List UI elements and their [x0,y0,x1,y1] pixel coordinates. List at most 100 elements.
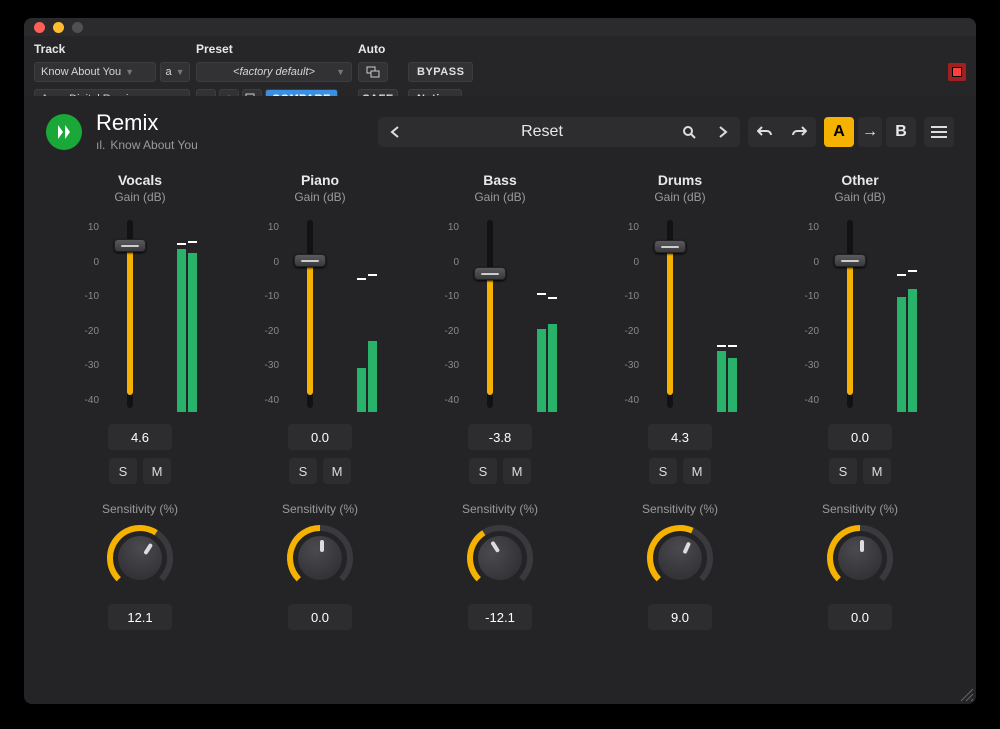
resize-handle-icon[interactable] [960,688,974,702]
meter-right [188,253,197,412]
gain-slider[interactable]: 100-10-20-30-40 [425,214,575,414]
solo-button[interactable]: S [649,458,677,484]
scale-ticks: 100-10-20-30-40 [425,222,459,406]
preset-next-button[interactable] [706,117,740,147]
sensitivity-label: Sensitivity (%) [462,502,538,516]
slider-handle[interactable] [474,267,506,280]
gain-slider[interactable]: 100-10-20-30-40 [785,214,935,414]
ab-arrow-button[interactable]: → [858,117,882,147]
solo-button[interactable]: S [109,458,137,484]
channel-name: Other [841,172,878,188]
level-meter [897,220,917,412]
titlebar[interactable] [24,18,976,36]
gain-slider[interactable]: 100-10-20-30-40 [245,214,395,414]
solo-mute: S M [649,458,711,484]
level-meter [717,220,737,412]
solo-button[interactable]: S [829,458,857,484]
slider-handle[interactable] [294,254,326,267]
sensitivity-value[interactable]: 12.1 [108,604,172,630]
bypass-button[interactable]: BYPASS [408,62,473,82]
gain-value[interactable]: -3.8 [468,424,532,450]
sensitivity-label: Sensitivity (%) [282,502,358,516]
sensitivity-label: Sensitivity (%) [102,502,178,516]
close-icon[interactable] [34,22,45,33]
channel-name: Bass [483,172,516,188]
title-block: Remix ıl. Know About You [96,112,198,152]
gain-slider[interactable]: 100-10-20-30-40 [605,214,755,414]
maximize-icon [72,22,83,33]
minimize-icon[interactable] [53,22,64,33]
slot-select[interactable]: a▼ [160,62,190,82]
link-icon[interactable] [358,62,388,82]
solo-button[interactable]: S [289,458,317,484]
preset-prev-button[interactable] [378,117,412,147]
gain-value[interactable]: 0.0 [828,424,892,450]
sensitivity-knob[interactable] [824,522,896,594]
undo-button[interactable] [748,117,782,147]
preset-nav: Reset [378,117,740,147]
slider-handle[interactable] [114,239,146,252]
ab-compare: A → B [824,117,916,147]
solo-mute: S M [289,458,351,484]
play-icon[interactable] [46,114,82,150]
mute-button[interactable]: M [503,458,531,484]
meter-right [548,324,557,412]
preset-select[interactable]: <factory default>▼ [196,62,352,82]
slider-handle[interactable] [654,240,686,253]
slider-fill [847,260,853,394]
plugin-header: Remix ıl. Know About You Reset [24,96,976,166]
channel-piano: Piano Gain (dB) 100-10-20-30-40 0.0 S M … [235,172,405,684]
sensitivity-knob[interactable] [464,522,536,594]
slider-handle[interactable] [834,254,866,267]
meter-left [897,297,906,412]
record-icon[interactable] [948,63,966,81]
mute-button[interactable]: M [863,458,891,484]
bars-icon: ıl. [96,138,105,152]
sensitivity-value[interactable]: -12.1 [468,604,532,630]
ab-b-button[interactable]: B [886,117,916,147]
slider-fill [127,245,133,395]
sensitivity-value[interactable]: 9.0 [648,604,712,630]
header-nav: Reset A → B [378,117,954,147]
gain-label: Gain (dB) [114,190,165,204]
meter-right [908,289,917,412]
preset-search-button[interactable] [672,117,706,147]
ab-a-button[interactable]: A [824,117,854,147]
gain-value[interactable]: 4.6 [108,424,172,450]
redo-button[interactable] [782,117,816,147]
track-select[interactable]: Know About You▼ [34,62,156,82]
preset-display[interactable]: Reset [412,117,672,147]
menu-button[interactable] [924,117,954,147]
plugin-body: Remix ıl. Know About You Reset [24,96,976,704]
sensitivity-label: Sensitivity (%) [642,502,718,516]
gain-slider[interactable]: 100-10-20-30-40 [65,214,215,414]
meter-left [537,329,546,412]
mute-button[interactable]: M [683,458,711,484]
sensitivity-value[interactable]: 0.0 [828,604,892,630]
track-label: Track [34,42,190,56]
plugin-subtitle: ıl. Know About You [96,138,198,152]
meter-left [717,351,726,412]
meter-right [368,341,377,412]
scale-ticks: 100-10-20-30-40 [785,222,819,406]
solo-button[interactable]: S [469,458,497,484]
slider-fill [487,273,493,395]
channel-vocals: Vocals Gain (dB) 100-10-20-30-40 4.6 S M… [55,172,225,684]
meter-left [177,249,186,412]
scale-ticks: 100-10-20-30-40 [65,222,99,406]
mute-button[interactable]: M [143,458,171,484]
mute-button[interactable]: M [323,458,351,484]
sensitivity-value[interactable]: 0.0 [288,604,352,630]
slider-fill [307,260,313,394]
gain-label: Gain (dB) [654,190,705,204]
sensitivity-knob[interactable] [284,522,356,594]
sensitivity-knob[interactable] [644,522,716,594]
chevron-down-icon: ▼ [336,67,345,77]
chevron-down-icon: ▼ [125,67,134,77]
gain-value[interactable]: 4.3 [648,424,712,450]
sensitivity-knob[interactable] [104,522,176,594]
channel-drums: Drums Gain (dB) 100-10-20-30-40 4.3 S M … [595,172,765,684]
scale-ticks: 100-10-20-30-40 [605,222,639,406]
gain-value[interactable]: 0.0 [288,424,352,450]
plugin-title: Remix [96,112,198,134]
